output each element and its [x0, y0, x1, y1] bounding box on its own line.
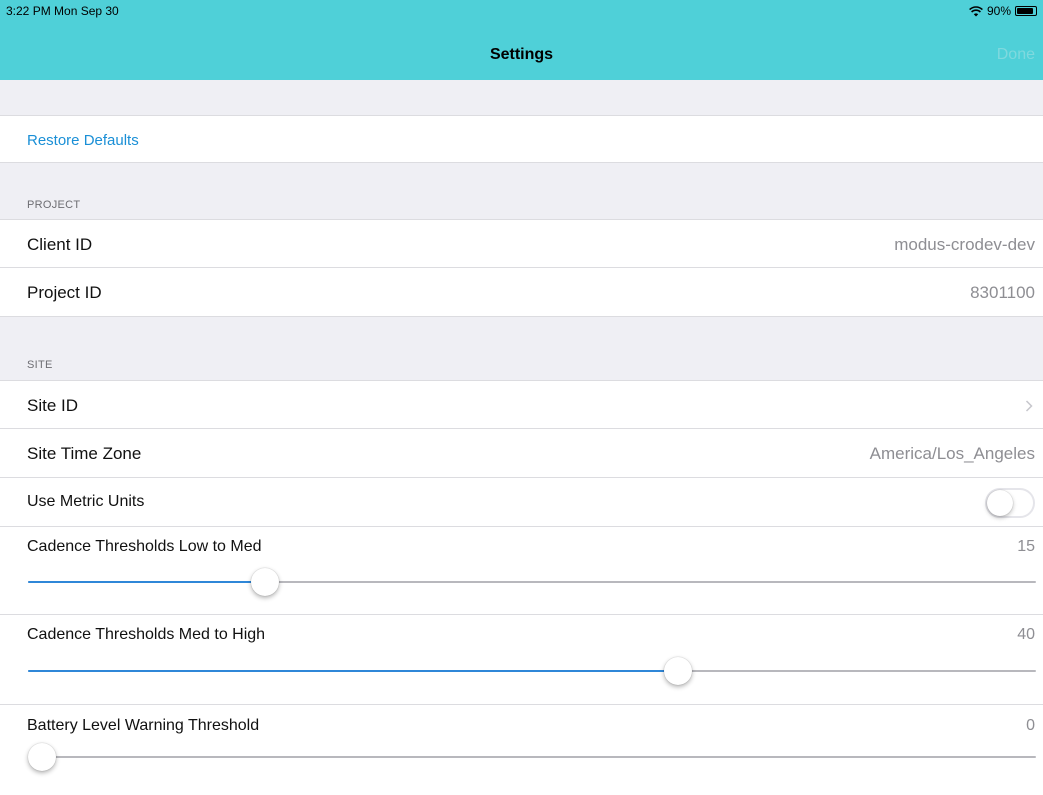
site-time-zone-value: America/Los_Angeles: [869, 444, 1035, 463]
slider-fill: [28, 670, 678, 672]
status-bar: 3:22 PM Mon Sep 30 90%: [0, 0, 1043, 22]
section-header-project: PROJECT: [27, 199, 81, 211]
cadence-high-slider[interactable]: [28, 656, 1036, 686]
cadence-high-label: Cadence Thresholds Med to High: [27, 626, 266, 643]
client-id-value: modus-crodev-dev: [894, 235, 1035, 254]
site-section-header: SITE: [0, 317, 1043, 380]
metric-units-row: Use Metric Units: [0, 478, 1043, 527]
cadence-high-value: 40: [1017, 626, 1035, 643]
slider-fill: [28, 581, 265, 583]
cadence-low-label: Cadence Thresholds Low to Med: [27, 538, 262, 555]
client-id-label: Client ID: [27, 235, 93, 254]
cadence-high-row: Cadence Thresholds Med to High 40: [0, 615, 1043, 705]
slider-thumb[interactable]: [251, 568, 279, 596]
cadence-low-slider[interactable]: [28, 567, 1036, 597]
battery-percent: 90%: [986, 4, 1011, 18]
site-time-zone-row[interactable]: Site Time Zone America/Los_Angeles: [0, 429, 1043, 478]
toggle-knob: [987, 490, 1013, 516]
wifi-icon: [969, 5, 983, 16]
battery-warning-label: Battery Level Warning Threshold: [27, 717, 260, 734]
site-time-zone-label: Site Time Zone: [27, 444, 142, 463]
cadence-low-value: 15: [1017, 538, 1035, 555]
page-title: Settings: [489, 46, 554, 63]
project-id-label: Project ID: [27, 283, 102, 302]
restore-defaults-row[interactable]: Restore Defaults: [0, 115, 1043, 163]
client-id-row[interactable]: Client ID modus-crodev-dev: [0, 219, 1043, 268]
restore-defaults-button[interactable]: Restore Defaults: [27, 132, 139, 149]
section-header-site: SITE: [27, 359, 53, 371]
status-time: 3:22 PM Mon Sep 30: [6, 4, 119, 18]
site-id-row[interactable]: Site ID: [0, 380, 1043, 429]
site-id-label: Site ID: [27, 396, 79, 415]
project-section-header: PROJECT: [0, 163, 1043, 219]
slider-thumb[interactable]: [28, 743, 56, 771]
cadence-low-row: Cadence Thresholds Low to Med 15: [0, 527, 1043, 615]
section-spacer: [0, 80, 1043, 115]
battery-warning-slider[interactable]: [28, 742, 1036, 772]
slider-track: [28, 756, 1036, 758]
battery-warning-row: Battery Level Warning Threshold 0: [0, 705, 1043, 795]
project-id-row[interactable]: Project ID 8301100: [0, 268, 1043, 317]
metric-units-toggle[interactable]: [985, 488, 1035, 518]
project-id-value: 8301100: [970, 283, 1035, 302]
done-button[interactable]: Done: [997, 46, 1035, 64]
battery-icon: [1015, 6, 1037, 16]
battery-warning-value: 0: [1026, 717, 1035, 734]
navigation-bar: 3:22 PM Mon Sep 30 90% Settings Done: [0, 0, 1043, 80]
metric-units-label: Use Metric Units: [27, 493, 145, 510]
status-right: 90%: [969, 4, 1037, 18]
slider-thumb[interactable]: [664, 657, 692, 685]
chevron-right-icon: [1025, 400, 1033, 412]
